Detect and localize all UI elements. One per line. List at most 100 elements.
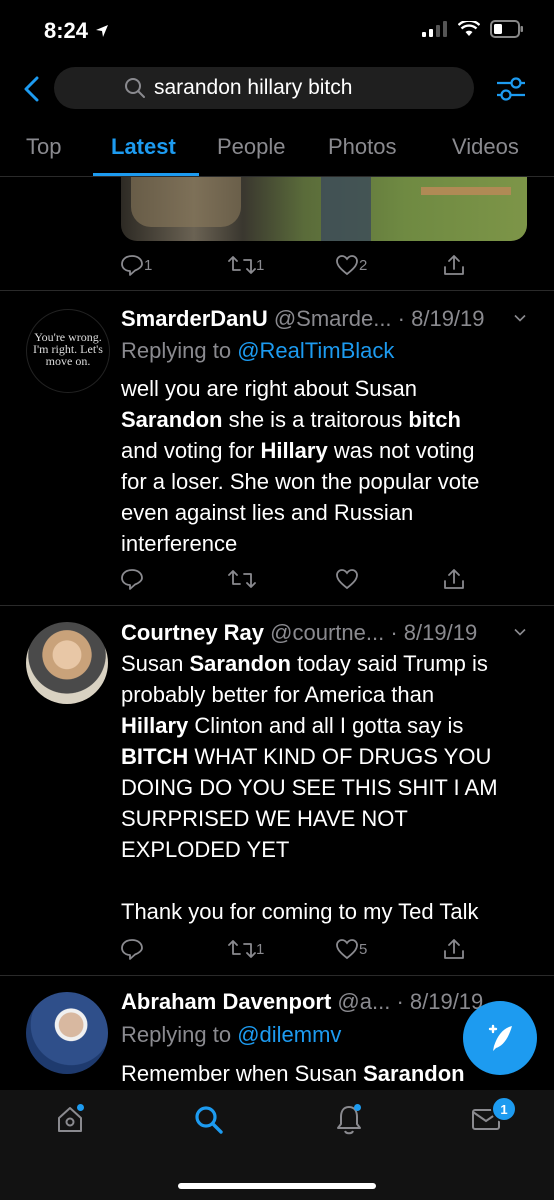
retweet-button[interactable]: 1 [228,253,264,277]
search-filter-icon[interactable] [495,74,527,104]
like-button[interactable]: 5 [335,937,367,961]
tweet-text: Susan Sarandon today said Trump is proba… [121,648,541,927]
user-handle: @a... [337,989,391,1014]
search-icon [125,78,145,98]
heart-icon [336,939,358,960]
tab-search[interactable] [193,1104,225,1141]
display-name[interactable]: Courtney Ray [121,620,264,645]
retweet-button[interactable] [228,567,256,591]
tweet-line: Sarandon she is a traitorous bitch [121,407,461,432]
avatar[interactable] [26,622,108,704]
back-chevron-icon[interactable] [22,76,42,102]
compose-feather-icon [488,1024,512,1051]
avatar[interactable]: You're wrong. I'm right. Let's move on. [26,309,110,393]
tweet-media-image[interactable] [121,177,527,241]
share-button[interactable] [442,567,466,591]
tweet-line: Susan Sarandon today said Trump is [121,651,488,676]
tweet-date: · 8/19/19 [397,306,485,331]
tab-notifications[interactable] [334,1104,364,1141]
heart-icon [336,255,358,276]
tweet-line: EXPLODED YET [121,837,290,862]
display-name[interactable]: SmarderDanU [121,306,268,331]
search-input[interactable]: sarandon hillary bitch [54,67,474,109]
replying-to: Replying to @RealTimBlack [121,338,395,363]
reply-button[interactable] [120,567,144,591]
search-query: sarandon hillary bitch [154,76,353,99]
compose-tweet-button[interactable] [463,1001,537,1075]
location-arrow-icon [96,25,109,37]
replying-to-link[interactable]: @RealTimBlack [237,338,394,363]
retweet-icon [228,570,256,588]
wifi-icon [458,21,480,36]
tweet-actions [120,567,470,595]
tweet-date: · 8/19/19 [390,620,478,645]
tweet-text: well you are right about Susan Sarandon … [121,373,541,559]
reply-icon [121,569,143,590]
share-icon [444,569,464,589]
replying-to-link[interactable]: @dilemmv [237,1022,341,1047]
tweet-line: Hillary Clinton and all I gotta say is [121,713,464,738]
tweet-divider [0,605,554,606]
tab-home[interactable] [55,1104,85,1139]
share-icon [444,255,464,275]
cellular-signal-icon [422,21,447,37]
user-handle: @Smarde... [273,306,392,331]
reply-count: 1 [144,256,153,274]
tab-videos[interactable]: Videos [452,134,519,160]
tab-top[interactable]: Top [26,134,61,160]
tweet-divider [0,975,554,976]
tab-latest[interactable]: Latest [111,134,176,160]
like-button[interactable] [335,567,359,591]
reply-button[interactable] [120,937,144,961]
battery-icon [490,20,523,38]
tweet-line: even against lies and Russian [121,500,414,525]
retweet-count: 1 [256,940,265,958]
tweet-header: Abraham Davenport @a... · 8/19/19 [121,989,483,1015]
tweet-line: well you are right about Susan [121,376,417,401]
user-handle: @courtne... [270,620,385,645]
tweet-line: SURPRISED WE HAVE NOT [121,806,408,831]
tweet-line: DOING DO YOU SEE THIS SHIT I AM [121,775,498,800]
search-icon [195,1106,223,1134]
tweet-header: SmarderDanU @Smarde... · 8/19/19 [121,306,485,332]
heart-icon [336,569,358,590]
reply-button[interactable]: 1 [120,253,152,277]
tweet-line: interference [121,531,238,556]
display-name[interactable]: Abraham Davenport [121,989,331,1014]
tab-people[interactable]: People [217,134,286,160]
retweet-count: 1 [256,256,265,274]
like-count: 5 [359,940,368,958]
reply-icon [121,939,143,960]
tab-messages[interactable]: 1 [471,1096,517,1137]
tweet-line: Thank you for coming to my Ted Talk [121,899,479,924]
tweet-line: BITCH WHAT KIND OF DRUGS YOU [121,744,492,769]
reply-icon [121,255,143,276]
tweet-actions: 1 1 2 [120,253,470,281]
share-button[interactable] [442,937,466,961]
tweet-line: probably better for America than [121,682,435,707]
home-notification-dot [77,1104,84,1111]
chevron-down-icon[interactable] [514,626,526,638]
chevron-down-icon[interactable] [514,312,526,324]
avatar[interactable] [26,992,108,1074]
status-icons [422,20,524,38]
share-icon [444,939,464,959]
tab-photos[interactable]: Photos [328,134,397,160]
share-button[interactable] [442,253,466,277]
avatar-text: You're wrong. I'm right. Let's move on. [33,330,103,368]
tweet-line: and voting for Hillary was not voting [121,438,475,463]
retweet-button[interactable]: 1 [228,937,264,961]
like-button[interactable]: 2 [335,253,367,277]
status-time: 8:24 [44,18,110,44]
tweet-line: for a loser. She won the popular vote [121,469,480,494]
tweet-header: Courtney Ray @courtne... · 8/19/19 [121,620,477,646]
messages-badge: 1 [491,1096,517,1122]
retweet-icon [228,256,256,274]
tweet-date: · 8/19/19 [396,989,484,1014]
notifications-dot [354,1104,361,1111]
tweet-actions: 1 5 [120,937,470,965]
home-indicator [178,1183,376,1189]
search-tabs: Top Latest People Photos Videos [0,128,554,176]
like-count: 2 [359,256,368,274]
replying-to: Replying to @dilemmv [121,1022,342,1047]
